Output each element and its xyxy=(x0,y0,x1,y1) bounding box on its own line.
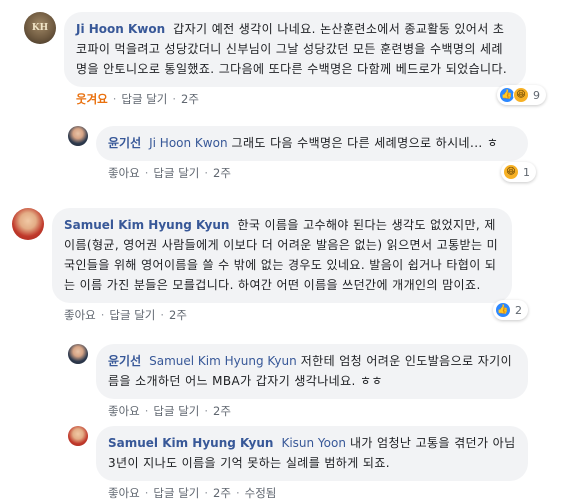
reply-button[interactable]: 답글 달기 xyxy=(109,307,155,323)
reaction-summary[interactable]: 😆 1 xyxy=(501,162,536,182)
separator: · xyxy=(144,486,149,499)
timestamp[interactable]: 2주 xyxy=(169,307,187,323)
separator: · xyxy=(100,308,105,322)
reaction-count: 9 xyxy=(533,88,540,102)
comment-actions: 웃겨요 · 답글 달기 · 2주 xyxy=(64,91,526,107)
comment-body: 윤기선 Samuel Kim Hyung Kyun 저한테 엄청 어려운 인도발… xyxy=(96,344,528,419)
reply-button[interactable]: 답글 달기 xyxy=(153,485,199,499)
separator: · xyxy=(204,486,209,499)
comment-bubble: 윤기선 Samuel Kim Hyung Kyun 저한테 엄청 어려운 인도발… xyxy=(96,344,528,399)
comment-body: Samuel Kim Hyung Kyun Kisun Yoon 내가 엄청난 … xyxy=(96,426,528,499)
reply-button[interactable]: 답글 달기 xyxy=(153,165,199,181)
separator: · xyxy=(204,404,209,418)
separator: · xyxy=(144,166,149,180)
timestamp[interactable]: 2주 xyxy=(213,485,231,499)
comment-actions: 좋아요 · 답글 달기 · 2주 xyxy=(96,403,528,419)
avatar-initials: KH xyxy=(31,23,49,33)
comment-bubble: Samuel Kim Hyung Kyun Kisun Yoon 내가 엄청난 … xyxy=(96,426,528,481)
like-button[interactable]: 좋아요 xyxy=(64,307,96,323)
reaction-count: 1 xyxy=(523,165,530,179)
comment-5: Samuel Kim Hyung Kyun Kisun Yoon 내가 엄청난 … xyxy=(68,426,528,499)
comment-author[interactable]: 윤기선 xyxy=(108,354,141,368)
comment-3: Samuel Kim Hyung Kyun 한국 이름을 고수해야 된다는 생각… xyxy=(12,208,528,323)
mention-link[interactable]: Ji Hoon Kwon xyxy=(149,136,227,150)
haha-icon: 😆 xyxy=(503,164,519,180)
reply-button[interactable]: 답글 달기 xyxy=(121,91,167,107)
timestamp[interactable]: 2주 xyxy=(181,91,199,107)
avatar[interactable] xyxy=(68,344,88,364)
comment-author[interactable]: Ji Hoon Kwon xyxy=(76,22,165,36)
comment-body: Samuel Kim Hyung Kyun 한국 이름을 고수해야 된다는 생각… xyxy=(52,208,528,323)
reaction-summary[interactable]: 👍 😆 9 xyxy=(497,85,546,105)
edited-label[interactable]: 수정됨 xyxy=(245,485,277,499)
separator: · xyxy=(235,486,240,499)
avatar[interactable] xyxy=(68,426,88,446)
comment-author[interactable]: Samuel Kim Hyung Kyun xyxy=(108,436,273,450)
reaction-count: 2 xyxy=(515,303,522,317)
comment-4: 윤기선 Samuel Kim Hyung Kyun 저한테 엄청 어려운 인도발… xyxy=(68,344,528,419)
timestamp[interactable]: 2주 xyxy=(213,165,231,181)
avatar[interactable] xyxy=(68,126,88,146)
haha-button[interactable]: 웃겨요 xyxy=(76,91,108,107)
comment-bubble: 윤기선 Ji Hoon Kwon 그래도 다음 수백명은 다른 세례명으로 하시… xyxy=(96,126,528,161)
haha-icon: 😆 xyxy=(513,87,529,103)
comment-actions: 좋아요 · 답글 달기 · 2주 xyxy=(96,165,528,181)
separator: · xyxy=(112,92,117,106)
comment-actions: 좋아요 · 답글 달기 · 2주 xyxy=(52,307,512,323)
reply-button[interactable]: 답글 달기 xyxy=(153,403,199,419)
mention-link[interactable]: Kisun Yoon xyxy=(281,436,346,450)
mention-link[interactable]: Samuel Kim Hyung Kyun xyxy=(149,354,297,368)
comment-body: Ji Hoon Kwon 갑자기 예전 생각이 나네요. 논산훈련소에서 종교활… xyxy=(64,12,546,107)
like-button[interactable]: 좋아요 xyxy=(108,485,140,499)
like-icon: 👍 xyxy=(495,302,511,318)
comment-1: KH Ji Hoon Kwon 갑자기 예전 생각이 나네요. 논산훈련소에서 … xyxy=(24,12,546,107)
reaction-summary[interactable]: 👍 2 xyxy=(493,300,528,320)
like-button[interactable]: 좋아요 xyxy=(108,165,140,181)
comment-bubble: Samuel Kim Hyung Kyun 한국 이름을 고수해야 된다는 생각… xyxy=(52,208,512,303)
separator: · xyxy=(204,166,209,180)
separator: · xyxy=(160,308,165,322)
comment-2: 윤기선 Ji Hoon Kwon 그래도 다음 수백명은 다른 세례명으로 하시… xyxy=(68,126,536,182)
comment-text: 그래도 다음 수백명은 다른 세례명으로 하시네... ㅎ xyxy=(231,136,499,150)
comment-author[interactable]: 윤기선 xyxy=(108,136,141,150)
comment-author[interactable]: Samuel Kim Hyung Kyun xyxy=(64,218,229,232)
comment-body: 윤기선 Ji Hoon Kwon 그래도 다음 수백명은 다른 세례명으로 하시… xyxy=(96,126,536,182)
separator: · xyxy=(144,404,149,418)
separator: · xyxy=(172,92,177,106)
comment-bubble: Ji Hoon Kwon 갑자기 예전 생각이 나네요. 논산훈련소에서 종교활… xyxy=(64,12,526,87)
timestamp[interactable]: 2주 xyxy=(213,403,231,419)
comment-actions: 좋아요 · 답글 달기 · 2주 · 수정됨 xyxy=(96,485,528,499)
like-button[interactable]: 좋아요 xyxy=(108,403,140,419)
avatar[interactable] xyxy=(12,208,44,240)
avatar[interactable]: KH xyxy=(24,12,56,44)
